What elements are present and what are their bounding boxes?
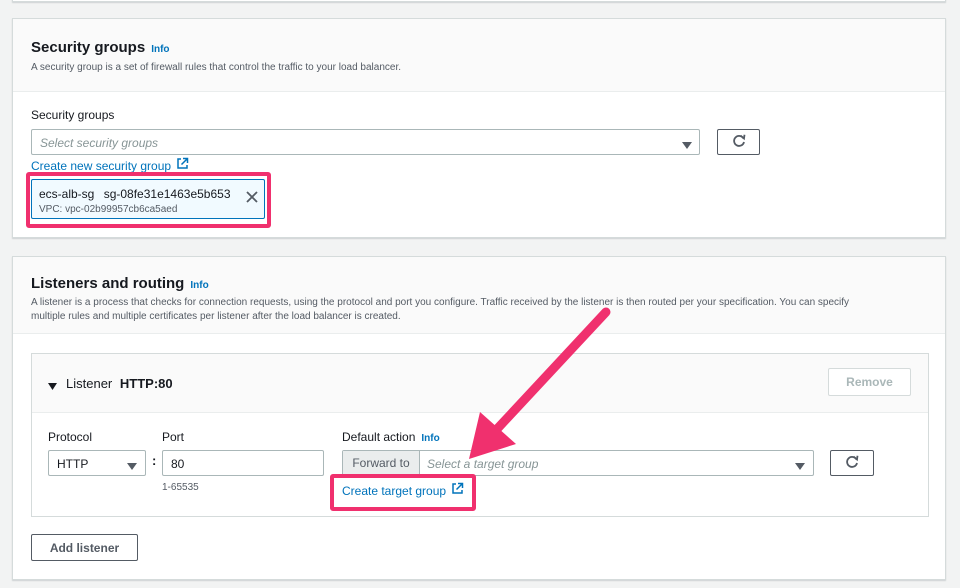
annotation-arrow	[469, 307, 611, 459]
